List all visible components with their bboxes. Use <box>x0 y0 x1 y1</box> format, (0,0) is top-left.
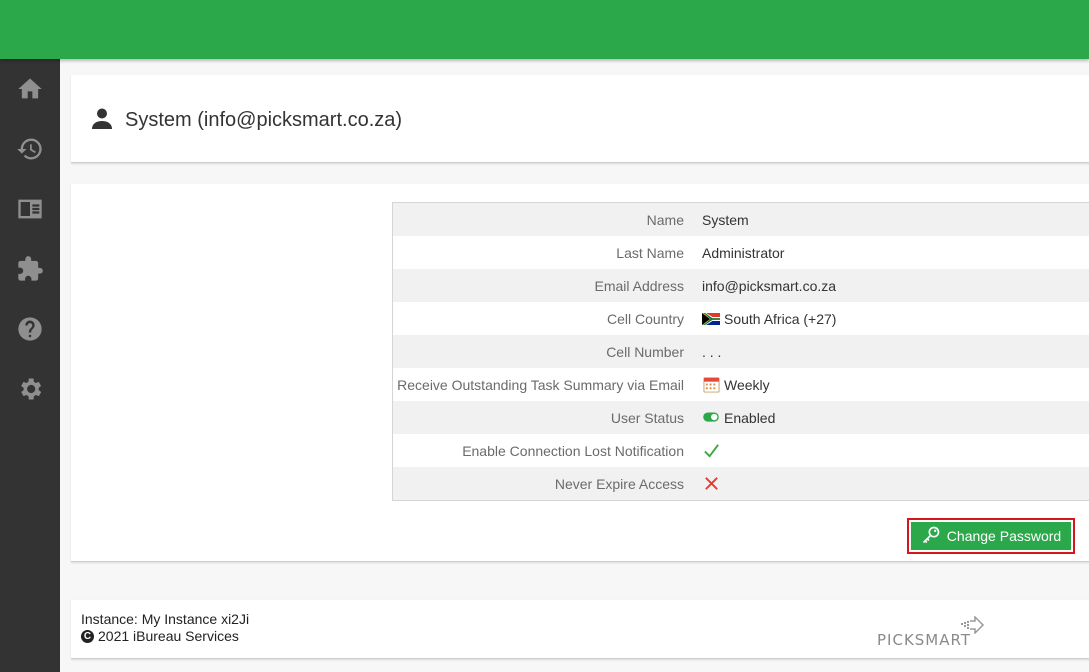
help-icon[interactable] <box>13 312 47 346</box>
sidebar <box>0 59 60 672</box>
calendar-icon <box>702 376 720 394</box>
detail-label: User Status <box>610 409 684 426</box>
detail-value: System <box>702 211 749 228</box>
history-icon[interactable] <box>13 132 47 166</box>
detail-label: Enable Connection Lost Notification <box>462 442 684 459</box>
picksmart-logo: PICKSMART <box>877 616 987 650</box>
detail-row-email: Email Address info@picksmart.co.za <box>393 269 1089 302</box>
footer: Instance: My Instance xi2Ji C 2021 iBure… <box>71 600 1089 659</box>
detail-row-cell-country: Cell Country South Africa (+27) <box>393 302 1089 335</box>
cross-icon <box>702 475 720 493</box>
page-title: System (info@picksmart.co.za) <box>125 109 403 131</box>
detail-label: Last Name <box>616 244 684 261</box>
details-card: Name System Last Name Administrator Emai… <box>71 184 1089 562</box>
home-icon[interactable] <box>13 72 47 106</box>
card-icon[interactable] <box>13 192 47 226</box>
detail-value: Administrator <box>702 244 785 261</box>
instance-label: Instance: My Instance xi2Ji <box>81 611 250 627</box>
detail-row-never-expire: Never Expire Access <box>393 467 1089 500</box>
detail-label: Cell Country <box>606 310 684 327</box>
detail-row-user-status: User Status Enabled <box>393 401 1089 434</box>
detail-row-name: Name System <box>393 203 1089 236</box>
detail-value: Weekly <box>724 376 770 393</box>
key-icon <box>921 525 947 548</box>
copyright: C 2021 iBureau Services <box>81 628 239 644</box>
copyright-icon: C <box>81 629 94 643</box>
detail-row-task-summary: Receive Outstanding Task Summary via Ema… <box>393 368 1089 401</box>
top-bar <box>0 0 1089 59</box>
detail-value: Enabled <box>724 409 776 426</box>
checkmark-icon <box>702 442 720 460</box>
south-africa-flag-icon <box>702 310 720 328</box>
change-password-highlight: Change Password <box>907 518 1075 554</box>
puzzle-icon[interactable] <box>13 252 47 286</box>
change-password-label: Change Password <box>946 528 1062 544</box>
copyright-text: 2021 iBureau Services <box>98 628 239 644</box>
detail-label: Cell Number <box>606 343 684 360</box>
detail-row-cell-number: Cell Number . . . <box>393 335 1089 368</box>
logo-text: PICKSMART <box>877 631 971 649</box>
change-password-button[interactable]: Change Password <box>911 522 1071 550</box>
detail-row-last-name: Last Name Administrator <box>393 236 1089 269</box>
detail-value: . . . <box>702 343 722 360</box>
user-icon <box>92 108 112 130</box>
detail-value: South Africa (+27) <box>724 310 837 327</box>
details-table: Name System Last Name Administrator Emai… <box>392 202 1089 501</box>
detail-label: Receive Outstanding Task Summary via Ema… <box>397 376 684 393</box>
gear-icon[interactable] <box>13 372 47 406</box>
detail-label: Never Expire Access <box>554 475 684 492</box>
toggle-on-icon <box>702 409 720 427</box>
detail-row-connection-lost: Enable Connection Lost Notification <box>393 434 1089 467</box>
detail-value: info@picksmart.co.za <box>702 277 837 294</box>
detail-label: Email Address <box>594 277 684 294</box>
main-content: System (info@picksmart.co.za) Name Syste… <box>60 59 1089 672</box>
detail-label: Name <box>646 211 684 228</box>
